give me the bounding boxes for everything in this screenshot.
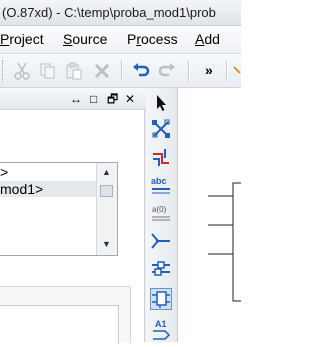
list-item[interactable]: > xyxy=(0,164,8,180)
undo-button[interactable] xyxy=(131,61,151,81)
lower-panel-frame xyxy=(0,286,131,344)
add-io-marker-tool-button[interactable] xyxy=(150,230,172,252)
add-symbol-tool-button[interactable] xyxy=(150,258,172,280)
lower-panel-content xyxy=(0,305,119,344)
copy-icon xyxy=(40,63,55,79)
title-bar: (O.87xd) - C:\temp\proba_mod1\prob xyxy=(0,0,241,26)
toolbar-separator xyxy=(121,60,123,82)
add-text-tool-button[interactable]: A1 xyxy=(150,318,172,340)
menu-process[interactable]: Process xyxy=(127,31,178,47)
toolbar-overflow-button[interactable]: » xyxy=(205,62,213,78)
undo-icon xyxy=(133,63,150,77)
tool-palette: abc a(0) A1 xyxy=(146,88,178,342)
cut-button[interactable] xyxy=(12,61,32,81)
add-net-tool-button[interactable] xyxy=(150,118,172,140)
add-symbol-icon xyxy=(152,261,170,276)
source-listbox[interactable]: > mod1> ▲ ▼ xyxy=(0,162,118,256)
rename-bus-icon: a(0) xyxy=(152,205,170,221)
menu-project[interactable]: Project xyxy=(0,31,44,47)
toolbar-grip[interactable] xyxy=(2,60,6,82)
restore-panel-icon[interactable]: 🗗 xyxy=(107,92,118,106)
menu-source[interactable]: Source xyxy=(63,31,107,47)
schematic-canvas[interactable] xyxy=(178,88,246,342)
select-pointer-icon xyxy=(157,95,166,111)
paste-button[interactable] xyxy=(64,61,84,81)
select-tool-button[interactable] xyxy=(150,92,172,114)
add-instance-tool-button[interactable] xyxy=(150,288,172,310)
redo-icon xyxy=(158,63,175,77)
add-net-name-tool-button[interactable]: abc xyxy=(150,174,172,196)
add-net-name-icon: abc xyxy=(151,176,170,194)
delete-button[interactable] xyxy=(92,61,112,81)
redo-button[interactable] xyxy=(157,61,177,81)
window-title: (O.87xd) - C:\temp\proba_mod1\prob xyxy=(2,5,216,20)
menu-bar: Project Source Process Add xyxy=(0,26,241,54)
toolbar-partial-icon[interactable] xyxy=(231,61,241,81)
add-instance-icon xyxy=(152,291,170,308)
a1-label: A1 xyxy=(155,319,167,329)
panel-header: ↔ □ 🗗 ✕ xyxy=(0,88,146,110)
add-wire-icon xyxy=(153,149,169,166)
copy-button[interactable] xyxy=(38,61,58,81)
sources-panel: ↔ □ 🗗 ✕ > mod1> ▲ ▼ xyxy=(0,88,146,344)
menu-add[interactable]: Add xyxy=(195,31,220,47)
cut-icon xyxy=(14,62,30,80)
scroll-thumb[interactable] xyxy=(100,185,113,197)
add-text-icon: A1 xyxy=(153,319,171,340)
rename-bus-tool-button[interactable]: a(0) xyxy=(150,202,172,224)
scroll-down-icon[interactable]: ▼ xyxy=(102,239,111,249)
abc-label: abc xyxy=(151,176,167,186)
maximize-panel-icon[interactable]: □ xyxy=(90,92,97,106)
toolbar-separator xyxy=(188,60,190,82)
add-wire-tool-button[interactable] xyxy=(150,146,172,168)
toolbar-separator xyxy=(226,60,228,82)
list-item-selected[interactable]: mod1> xyxy=(0,181,96,197)
add-net-icon xyxy=(152,119,170,138)
add-io-marker-icon xyxy=(151,233,170,249)
paste-icon xyxy=(66,62,82,80)
schematic-symbol xyxy=(208,182,246,302)
scroll-up-icon[interactable]: ▲ xyxy=(102,167,111,177)
float-panel-icon[interactable]: ↔ xyxy=(70,92,82,106)
panel-body: > mod1> ▲ ▼ xyxy=(0,110,145,344)
a0-label: a(0) xyxy=(152,205,167,214)
delete-icon xyxy=(94,63,110,79)
toolbar: » xyxy=(0,54,241,88)
listbox-scrollbar[interactable]: ▲ ▼ xyxy=(96,163,117,255)
close-panel-icon[interactable]: ✕ xyxy=(125,92,135,106)
